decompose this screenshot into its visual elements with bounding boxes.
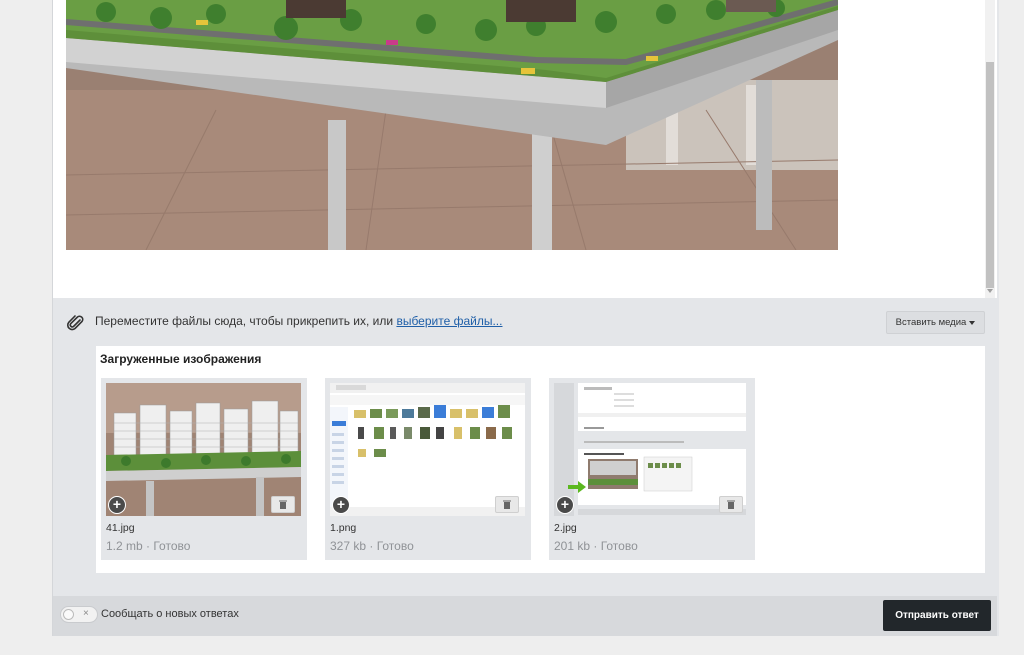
send-reply-button[interactable]: Отправить ответ xyxy=(883,600,991,631)
paperclip-icon xyxy=(66,313,86,333)
file-meta: 1.2 mb · Готово xyxy=(106,539,190,553)
toggle-knob xyxy=(63,609,74,620)
dropzone-text: Переместите файлы сюда, чтобы прикрепить… xyxy=(95,314,394,328)
upload-card[interactable]: + 41.jpg 1.2 mb · Готово xyxy=(101,378,307,560)
file-name: 1.png xyxy=(330,522,357,534)
trash-icon[interactable] xyxy=(495,496,519,513)
file-size: 201 kb xyxy=(554,539,591,553)
caret-down-icon xyxy=(969,320,976,325)
attachment-dropzone[interactable]: Переместите файлы сюда, чтобы прикрепить… xyxy=(53,298,997,346)
upload-card[interactable]: + 1.png 327 kb · Готово xyxy=(325,378,531,560)
uploaded-images-title: Загруженные изображения xyxy=(100,352,262,366)
notify-toggle[interactable]: × xyxy=(60,606,98,623)
reply-footer: × Сообщать о новых ответах Отправить отв… xyxy=(53,596,997,636)
post-editor[interactable] xyxy=(53,0,997,298)
meta-separator: · xyxy=(142,539,154,553)
plus-circle-icon[interactable]: + xyxy=(108,496,126,514)
file-meta: 201 kb · Готово xyxy=(554,539,638,553)
file-status: Готово xyxy=(600,539,638,553)
scroll-down-arrow-icon[interactable] xyxy=(987,289,993,293)
file-name: 41.jpg xyxy=(106,522,135,534)
plus-circle-icon[interactable]: + xyxy=(556,496,574,514)
insert-media-label: Вставить медиа xyxy=(895,317,967,328)
file-size: 1.2 mb xyxy=(106,539,143,553)
trash-icon[interactable] xyxy=(271,496,295,513)
dropzone-instructions: Переместите файлы сюда, чтобы прикрепить… xyxy=(95,314,502,328)
trash-icon[interactable] xyxy=(719,496,743,513)
uploaded-images-section: Загруженные изображения + 41.jpg 1.2 mb … xyxy=(96,346,985,573)
file-status: Готово xyxy=(153,539,191,553)
choose-files-link[interactable]: выберите файлы... xyxy=(396,314,502,328)
notify-label[interactable]: Сообщать о новых ответах xyxy=(101,608,239,620)
meta-separator: · xyxy=(590,539,601,553)
insert-media-button[interactable]: Вставить медиа xyxy=(886,311,985,334)
scrollbar-thumb[interactable] xyxy=(986,62,994,288)
file-size: 327 kb xyxy=(330,539,367,553)
file-meta: 327 kb · Готово xyxy=(330,539,414,553)
upload-card[interactable]: + 2.jpg 201 kb · Готово xyxy=(549,378,755,560)
meta-separator: · xyxy=(366,539,377,553)
file-status: Готово xyxy=(376,539,414,553)
toggle-x-icon: × xyxy=(83,608,89,619)
file-name: 2.jpg xyxy=(554,522,577,534)
embedded-photo-model-table xyxy=(66,0,838,250)
plus-circle-icon[interactable]: + xyxy=(332,496,350,514)
editor-scrollbar[interactable] xyxy=(985,0,995,298)
